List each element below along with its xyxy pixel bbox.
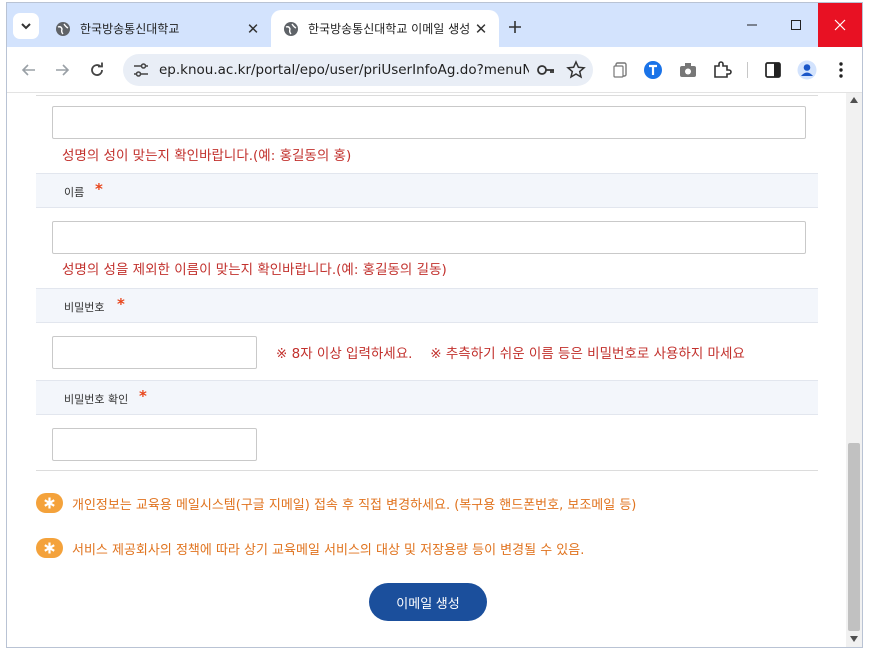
globe-icon — [56, 21, 70, 36]
close-icon[interactable]: ✕ — [243, 19, 263, 39]
new-tab-button[interactable] — [503, 15, 527, 39]
form-divider — [36, 95, 818, 96]
profile-avatar-icon[interactable] — [797, 60, 817, 80]
required-mark: * — [139, 387, 147, 405]
password-confirm-label: 비밀번호 확인 — [64, 393, 129, 406]
browser-window: 한국방송통신대학교 ✕ 한국방송통신대학교 이메일 생성 ✕ ep.knou.a… — [6, 2, 863, 648]
arrow-left-icon — [21, 64, 35, 76]
globe-icon — [284, 21, 298, 36]
extensions-puzzle-icon[interactable] — [712, 60, 732, 80]
plus-icon — [509, 21, 521, 33]
scroll-up-arrow-icon[interactable] — [850, 97, 858, 103]
site-settings-icon[interactable] — [132, 61, 150, 79]
close-icon[interactable]: ✕ — [471, 19, 491, 39]
side-panel-icon[interactable] — [763, 60, 783, 80]
tab-knou-home[interactable]: 한국방송통신대학교 ✕ — [43, 10, 271, 47]
name-label: 이름 — [64, 186, 85, 199]
required-mark: * — [95, 180, 103, 198]
close-icon — [834, 19, 846, 31]
tab-title: 한국방송통신대학교 이메일 생성 — [308, 22, 471, 36]
page-scrollbar[interactable] — [846, 93, 862, 647]
password-confirm-label-row: 비밀번호 확인 * — [36, 380, 818, 415]
form-divider — [36, 470, 818, 471]
tab-strip: 한국방송통신대학교 ✕ 한국방송통신대학교 이메일 생성 ✕ — [7, 3, 862, 47]
password-label-row: 비밀번호 * — [36, 288, 818, 323]
page-content: 성명의 성이 맞는지 확인바랍니다.(예: 홍길동의 홍) 이름 * 성명의 성… — [7, 93, 846, 647]
scroll-down-arrow-icon[interactable] — [850, 636, 858, 642]
tab-search-button[interactable] — [13, 13, 39, 39]
minimize-button[interactable] — [730, 3, 774, 47]
create-email-button[interactable]: 이메일 생성 — [369, 583, 487, 621]
name-input[interactable] — [52, 221, 806, 254]
arrow-right-icon — [56, 64, 70, 76]
surname-hint: 성명의 성이 맞는지 확인바랍니다.(예: 홍길동의 홍) — [62, 148, 352, 164]
browser-toolbar: ep.knou.ac.kr/portal/epo/user/priUserInf… — [7, 47, 862, 93]
required-mark: * — [117, 295, 125, 313]
toolbar-divider — [747, 62, 748, 78]
name-hint: 성명의 성을 제외한 이름이 맞는지 확인바랍니다.(예: 홍길동의 길동) — [62, 262, 447, 278]
asterisk-badge-icon — [36, 493, 63, 513]
maximize-button[interactable] — [774, 3, 818, 47]
tab-title: 한국방송통신대학교 — [80, 22, 180, 36]
reload-button[interactable] — [83, 56, 111, 84]
key-icon[interactable] — [536, 61, 556, 79]
window-close-button[interactable] — [818, 3, 862, 47]
camera-icon[interactable] — [678, 60, 698, 80]
password-confirm-input[interactable] — [52, 428, 257, 461]
star-icon[interactable] — [566, 60, 586, 80]
forward-button[interactable] — [48, 56, 76, 84]
password-label: 비밀번호 — [64, 301, 105, 314]
notice-text: 서비스 제공회사의 정책에 따라 상기 교육메일 서비스의 대상 및 저장용량 … — [72, 542, 585, 558]
scroll-thumb[interactable] — [848, 443, 860, 631]
back-button[interactable] — [15, 56, 43, 84]
notice-item: 개인정보는 교육용 메일시스템(구글 지메일) 접속 후 직접 변경하세요. (… — [36, 491, 636, 515]
notice-item: 서비스 제공회사의 정책에 따라 상기 교육메일 서비스의 대상 및 저장용량 … — [36, 536, 584, 560]
password-hint: ※ 8자 이상 입력하세요. ※ 추측하기 쉬운 이름 등은 비밀번호로 사용하… — [276, 346, 745, 362]
chevron-down-icon — [21, 23, 31, 30]
address-bar[interactable]: ep.knou.ac.kr/portal/epo/user/priUserInf… — [123, 54, 593, 86]
maximize-icon — [791, 20, 801, 30]
url-text: ep.knou.ac.kr/portal/epo/user/priUserInf… — [159, 62, 529, 78]
surname-input[interactable] — [52, 106, 806, 139]
password-input[interactable] — [52, 336, 257, 369]
asterisk-badge-icon — [36, 538, 63, 558]
reload-icon — [91, 62, 103, 76]
menu-dots-icon[interactable] — [831, 60, 851, 80]
translate-extension-icon[interactable] — [643, 60, 663, 80]
tab-email-create[interactable]: 한국방송통신대학교 이메일 생성 ✕ — [271, 10, 499, 47]
name-label-row: 이름 * — [36, 173, 818, 208]
notice-text: 개인정보는 교육용 메일시스템(구글 지메일) 접속 후 직접 변경하세요. (… — [72, 497, 637, 513]
minimize-icon — [747, 24, 757, 26]
copy-extension-icon[interactable] — [611, 60, 631, 80]
